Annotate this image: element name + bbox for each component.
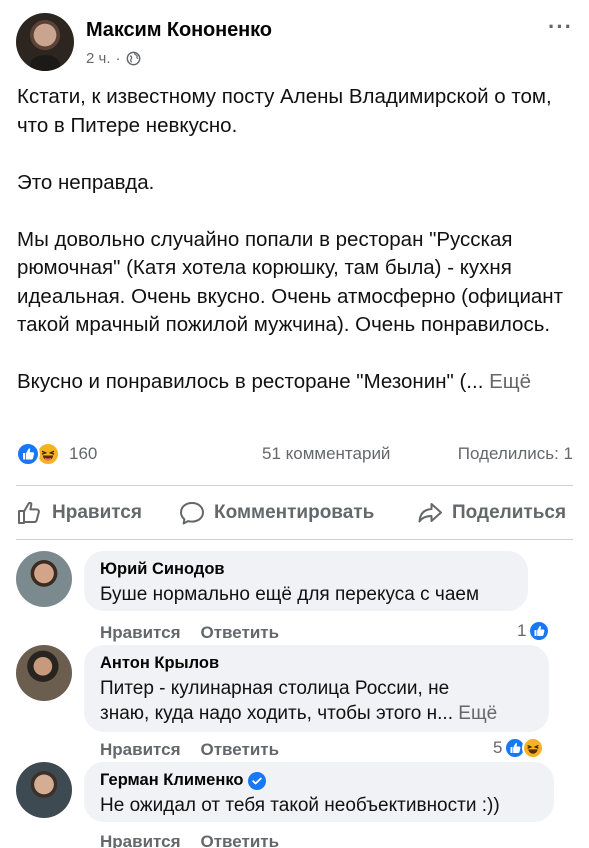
- see-more-link[interactable]: Ещё: [489, 370, 531, 393]
- post-header: Максим Кононенко 2 ч. · ···: [0, 0, 589, 78]
- like-label: Нравится: [52, 502, 142, 523]
- divider: [16, 485, 573, 486]
- globe-icon: [126, 51, 141, 66]
- commenter-avatar[interactable]: [16, 762, 72, 818]
- comment-like-button[interactable]: Нравится: [100, 740, 181, 760]
- comment-reactions-count: 1: [517, 621, 527, 640]
- like-icon: [16, 442, 40, 466]
- post-stats: 160 51 комментарий Поделились: 1: [16, 441, 573, 469]
- more-options-icon[interactable]: ···: [548, 14, 573, 40]
- comment-text-line: знаю, куда надо ходить, чтобы этого н...…: [100, 701, 535, 726]
- comments-count[interactable]: 51 комментарий: [262, 444, 390, 464]
- author-avatar[interactable]: [16, 13, 74, 71]
- post-time[interactable]: 2 ч.: [86, 50, 111, 67]
- post-paragraph: Кстати, к известному посту Алены Владими…: [17, 85, 552, 137]
- comment-text: Буше нормально ещё для перекуса с чаем: [100, 584, 480, 605]
- meta-separator: ·: [115, 50, 121, 67]
- verified-badge-icon: [248, 771, 267, 790]
- reactions-count[interactable]: 160: [69, 444, 97, 464]
- comment-text: Питер - кулинарная столица России, не зн…: [100, 676, 535, 726]
- comment-reply-button[interactable]: Ответить: [201, 623, 280, 643]
- post-body: Кстати, к известному посту Алены Владими…: [17, 83, 577, 397]
- comment-icon: [180, 502, 204, 525]
- post-paragraph: Мы довольно случайно попали в ресторан "…: [17, 227, 564, 337]
- thumbs-up-icon: [18, 501, 40, 524]
- like-button[interactable]: Нравится: [16, 499, 142, 527]
- comment-reply-button[interactable]: Ответить: [201, 740, 280, 760]
- comment-reactions[interactable]: 5: [493, 737, 545, 759]
- comment-reply-button[interactable]: Ответить: [201, 832, 280, 848]
- commenter-name-row: Герман Клименко: [100, 771, 540, 790]
- comment-bubble: Юрий Синодов Буше нормально ещё для пере…: [84, 551, 528, 611]
- post-truncated-text: Вкусно и понравилось в ресторане "Мезони…: [17, 370, 484, 393]
- post-paragraph: Это неправда.: [17, 170, 155, 194]
- comment-truncated-text: знаю, куда надо ходить, чтобы этого н...: [100, 703, 453, 724]
- comment-text: Не ожидал от тебя такой необъективности …: [100, 795, 500, 816]
- commenter-avatar[interactable]: [16, 551, 72, 607]
- comment-like-button[interactable]: Нравится: [100, 623, 181, 643]
- comment-bubble: Герман Клименко Не ожидал от тебя такой …: [84, 762, 554, 822]
- reaction-icons[interactable]: [16, 441, 62, 467]
- like-icon: [528, 620, 551, 642]
- shares-count[interactable]: Поделились: 1: [458, 444, 573, 464]
- comment-button[interactable]: Комментировать: [178, 499, 374, 527]
- post-last-line: Вкусно и понравилось в ресторане "Мезони…: [17, 368, 577, 397]
- share-icon: [418, 503, 442, 523]
- share-button[interactable]: Поделиться: [416, 499, 566, 527]
- comment-actions: Нравится Ответить: [100, 832, 279, 848]
- divider: [16, 539, 573, 540]
- comment-see-more-link[interactable]: Ещё: [458, 703, 497, 724]
- comment-reactions-count: 5: [493, 738, 503, 757]
- share-label: Поделиться: [452, 502, 567, 523]
- commenter-name[interactable]: Герман Клименко: [100, 771, 243, 790]
- post-meta: 2 ч. ·: [86, 50, 141, 67]
- commenter-name[interactable]: Антон Крылов: [100, 654, 535, 673]
- post-action-bar: Нравится Комментировать Поделиться: [0, 491, 589, 537]
- commenter-avatar[interactable]: [16, 645, 72, 701]
- comment-reactions[interactable]: 1: [517, 620, 551, 642]
- haha-icon: [522, 737, 545, 759]
- comment-label: Комментировать: [214, 502, 375, 523]
- comment-bubble: Антон Крылов Питер - кулинарная столица …: [84, 645, 549, 732]
- comment-like-button[interactable]: Нравится: [100, 832, 181, 848]
- comment-actions: Нравится Ответить: [100, 740, 279, 760]
- commenter-name[interactable]: Юрий Синодов: [100, 560, 514, 579]
- comment-actions: Нравится Ответить: [100, 623, 279, 643]
- comment-text-line: Питер - кулинарная столица России, не: [100, 678, 450, 699]
- author-name[interactable]: Максим Кононенко: [86, 19, 272, 42]
